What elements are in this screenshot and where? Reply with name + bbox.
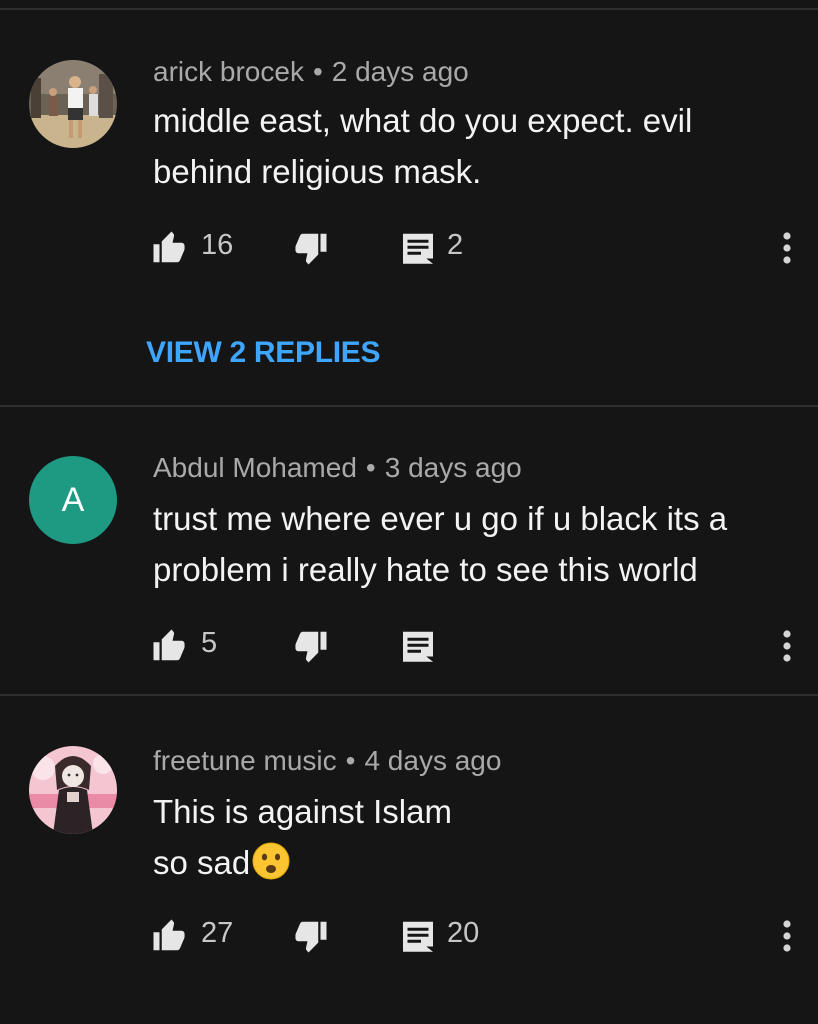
frowning-face-emoji-icon: [252, 842, 290, 880]
like-count: 5: [201, 627, 218, 659]
comment-actions: 5: [0, 624, 818, 668]
dislike-icon[interactable]: [292, 918, 328, 954]
reply-icon[interactable]: [400, 628, 436, 664]
comment-text-line: This is against Islam: [153, 793, 452, 830]
more-options-icon[interactable]: [776, 626, 798, 666]
reply-count: 20: [447, 917, 480, 949]
like-icon[interactable]: [152, 230, 188, 266]
comment-author[interactable]: freetune music: [153, 745, 337, 776]
reply-count: 2: [447, 229, 464, 261]
comment-text-line: behind religious mask.: [153, 153, 482, 190]
more-options-icon[interactable]: [776, 228, 798, 268]
avatar-arick-brocek[interactable]: [29, 60, 117, 148]
comment-meta: freetune music • 4 days ago: [153, 745, 501, 777]
comment-time: 3 days ago: [384, 452, 522, 483]
avatar-abdul-mohamed[interactable]: A: [29, 456, 117, 544]
anime-photo-avatar-icon: [29, 746, 117, 834]
like-icon[interactable]: [152, 918, 188, 954]
comment-text: This is against Islam so sad: [153, 786, 793, 888]
dislike-icon[interactable]: [292, 628, 328, 664]
comment-text-line: problem i really hate to see this world: [153, 551, 698, 588]
meta-separator: •: [312, 56, 323, 87]
reply-icon[interactable]: [400, 918, 436, 954]
comment-time: 2 days ago: [331, 56, 469, 87]
meta-separator: •: [345, 745, 356, 776]
comment-text: trust me where ever u go if u black its …: [153, 493, 793, 595]
meta-separator: •: [365, 452, 376, 483]
dislike-icon[interactable]: [292, 230, 328, 266]
top-divider: [0, 8, 818, 10]
comment-author[interactable]: Abdul Mohamed: [153, 452, 357, 483]
comment-meta: arick brocek • 2 days ago: [153, 56, 469, 88]
reply-icon[interactable]: [400, 230, 436, 266]
more-options-icon[interactable]: [776, 916, 798, 956]
comment-actions: 16 2: [0, 226, 818, 270]
comment-actions: 27 20: [0, 914, 818, 958]
comment-text-span: so sad: [153, 844, 251, 881]
like-count: 16: [201, 229, 234, 261]
like-icon[interactable]: [152, 628, 188, 664]
comment-meta: Abdul Mohamed • 3 days ago: [153, 452, 522, 484]
view-replies-link[interactable]: VIEW 2 REPLIES: [146, 336, 381, 370]
comment-text: middle east, what do you expect. evil be…: [153, 95, 793, 197]
comment-divider: [0, 694, 818, 696]
comment-time: 4 days ago: [364, 745, 502, 776]
comment-divider: [0, 405, 818, 407]
like-count: 27: [201, 917, 234, 949]
comment-author[interactable]: arick brocek: [153, 56, 304, 87]
comment-text-line: trust me where ever u go if u black its …: [153, 500, 728, 537]
avatar-freetune-music[interactable]: [29, 746, 117, 834]
comment-text-line: middle east, what do you expect. evil: [153, 102, 693, 139]
comment-text-line: so sad: [153, 837, 793, 888]
photo-avatar-icon: [29, 60, 117, 148]
